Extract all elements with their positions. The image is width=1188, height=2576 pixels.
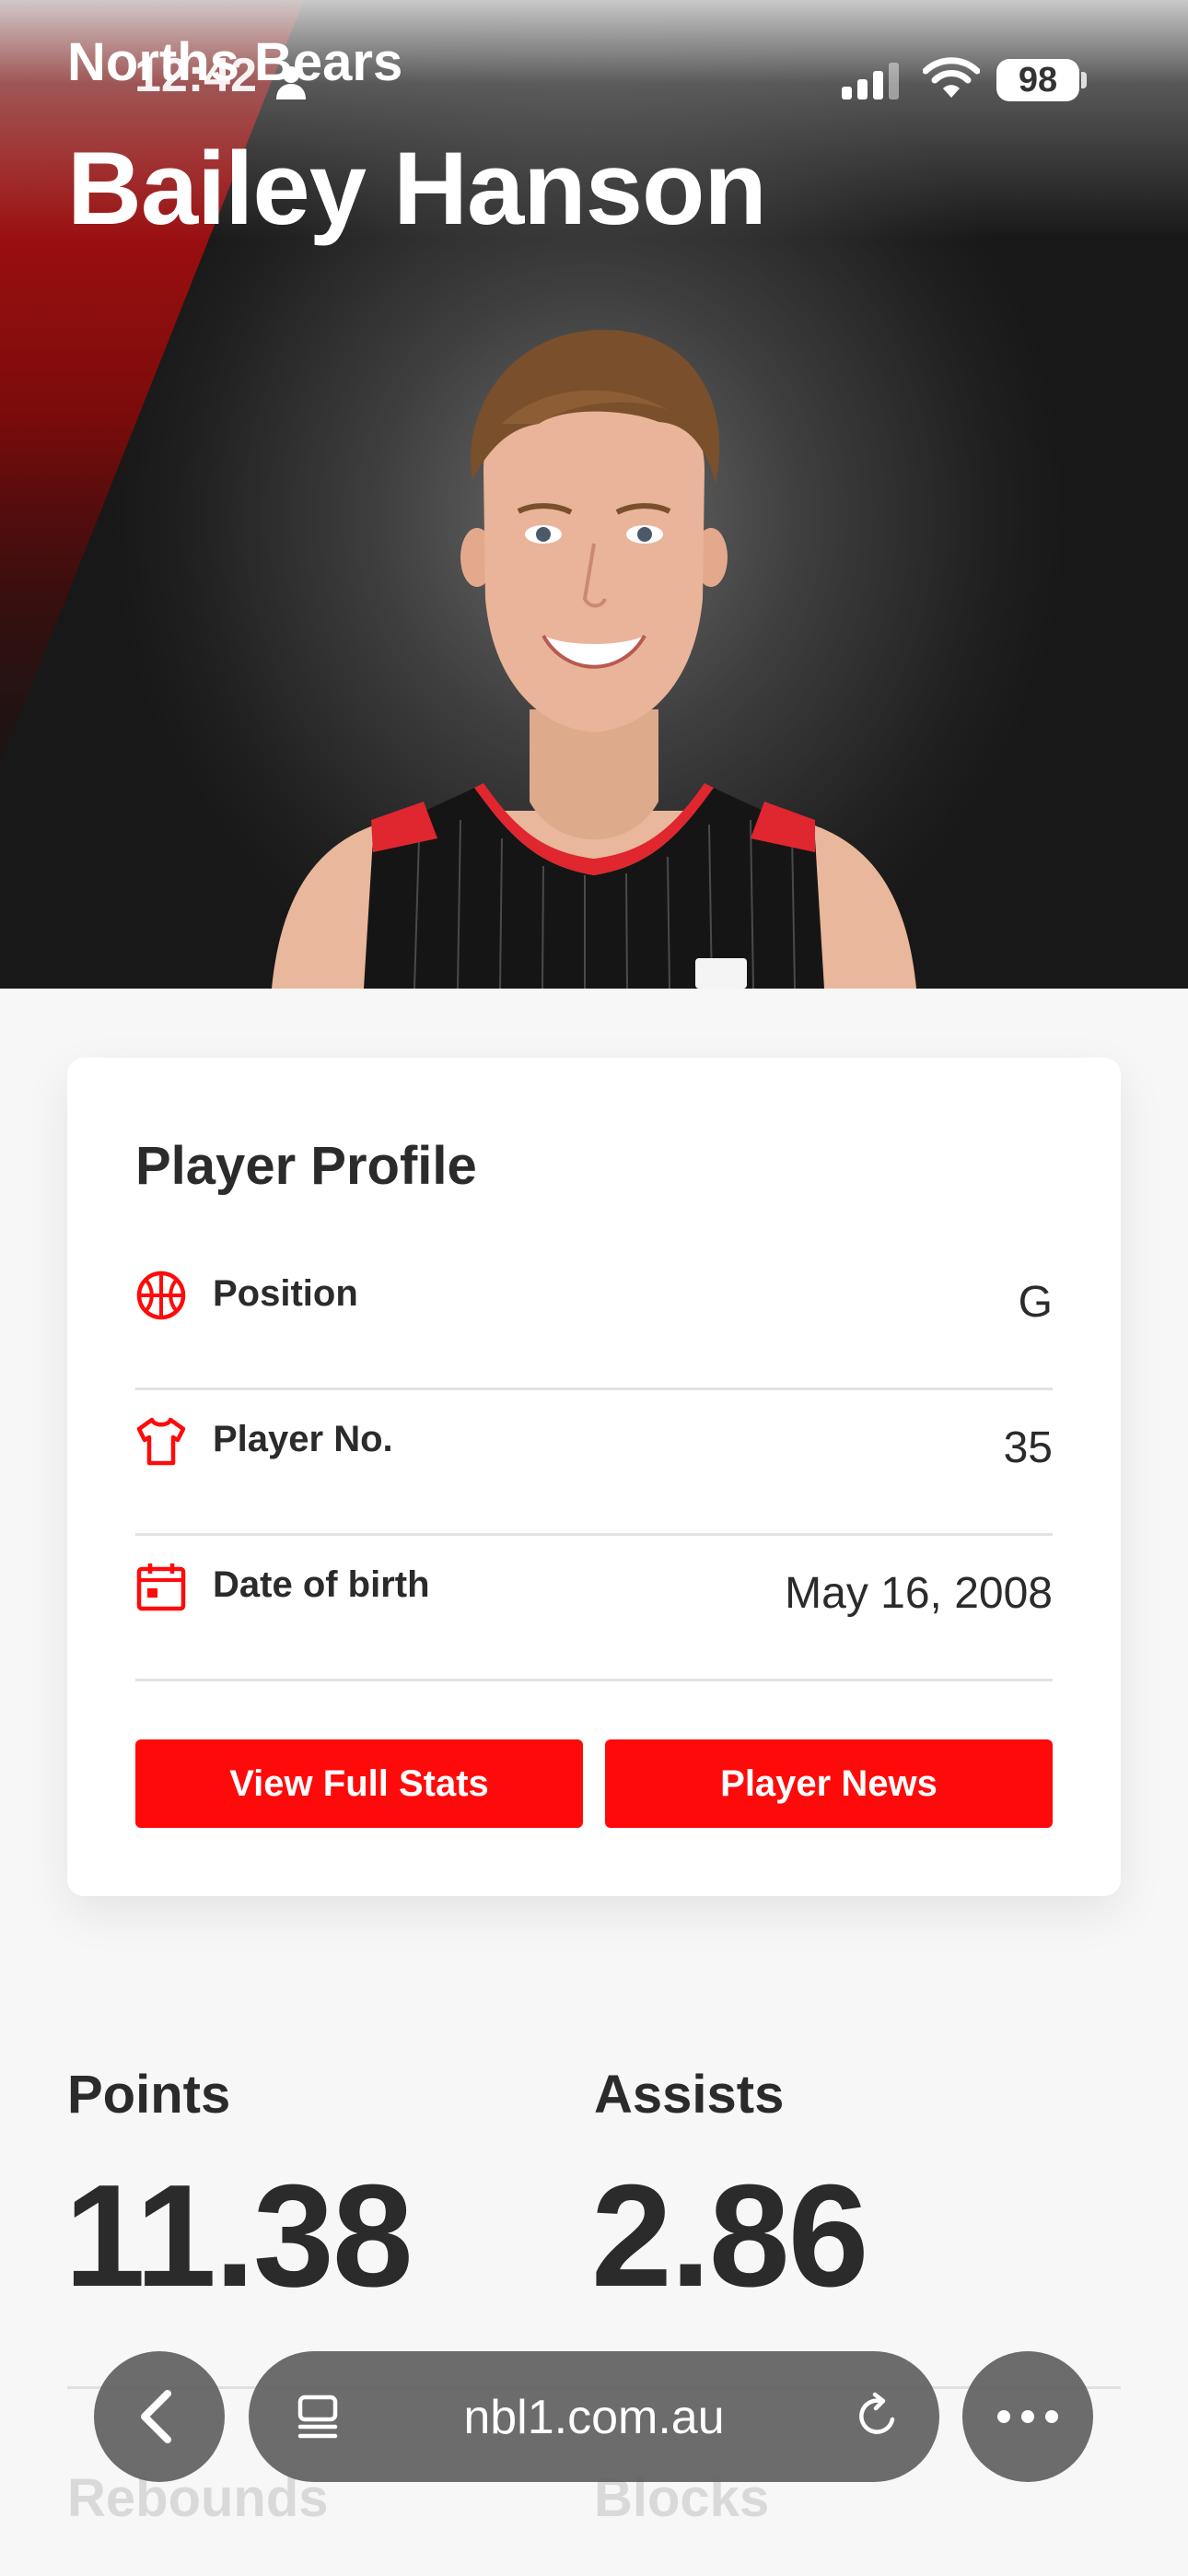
- battery-tip: [1081, 72, 1087, 88]
- cellular-signal-icon: [842, 63, 899, 100]
- stat-label-assists: Assists: [594, 2065, 785, 2125]
- status-time: 12:42: [134, 49, 257, 102]
- date-of-birth-value: May 16, 2008: [785, 1569, 1053, 1618]
- stat-label-points: Points: [67, 2065, 231, 2125]
- more-options-button[interactable]: [962, 2351, 1093, 2482]
- stat-value-points: 11.38: [64, 2155, 413, 2317]
- player-photo: [272, 330, 916, 989]
- basketball-icon: [136, 1270, 186, 1320]
- person-icon: [276, 66, 306, 100]
- profile-row-player-number: Player No. 35: [135, 1388, 1053, 1536]
- calendar-icon: [136, 1563, 186, 1611]
- more-dots-icon: [997, 2410, 1058, 2423]
- player-hero: Norths Bears Bailey Hanson: [0, 0, 1188, 989]
- position-value: G: [1018, 1278, 1053, 1327]
- wifi-icon: [923, 57, 980, 98]
- back-button[interactable]: [94, 2351, 225, 2482]
- profile-row-position: Position G: [135, 1242, 1053, 1390]
- battery-indicator: 98: [996, 59, 1079, 101]
- profile-row-label: Player No.: [213, 1419, 393, 1459]
- player-news-button[interactable]: Player News: [605, 1739, 1053, 1828]
- view-full-stats-button[interactable]: View Full Stats: [135, 1739, 583, 1828]
- profile-row-date-of-birth: Date of birth May 16, 2008: [135, 1533, 1053, 1681]
- player-profile-card: Player Profile Position G Player No. 35 …: [67, 1058, 1121, 1896]
- profile-card-title: Player Profile: [135, 1136, 477, 1196]
- stat-value-assists: 2.86: [591, 2155, 869, 2317]
- jersey-icon: [136, 1417, 186, 1466]
- chevron-left-icon: [141, 2390, 171, 2443]
- player-number-value: 35: [1003, 1423, 1053, 1472]
- reload-icon[interactable]: [853, 2392, 903, 2441]
- address-bar[interactable]: nbl1.com.au: [249, 2351, 939, 2482]
- profile-row-label: Date of birth: [213, 1564, 430, 1605]
- profile-row-label: Position: [213, 1273, 358, 1314]
- url-text: nbl1.com.au: [463, 2391, 725, 2444]
- player-name-heading: Bailey Hanson: [67, 131, 767, 246]
